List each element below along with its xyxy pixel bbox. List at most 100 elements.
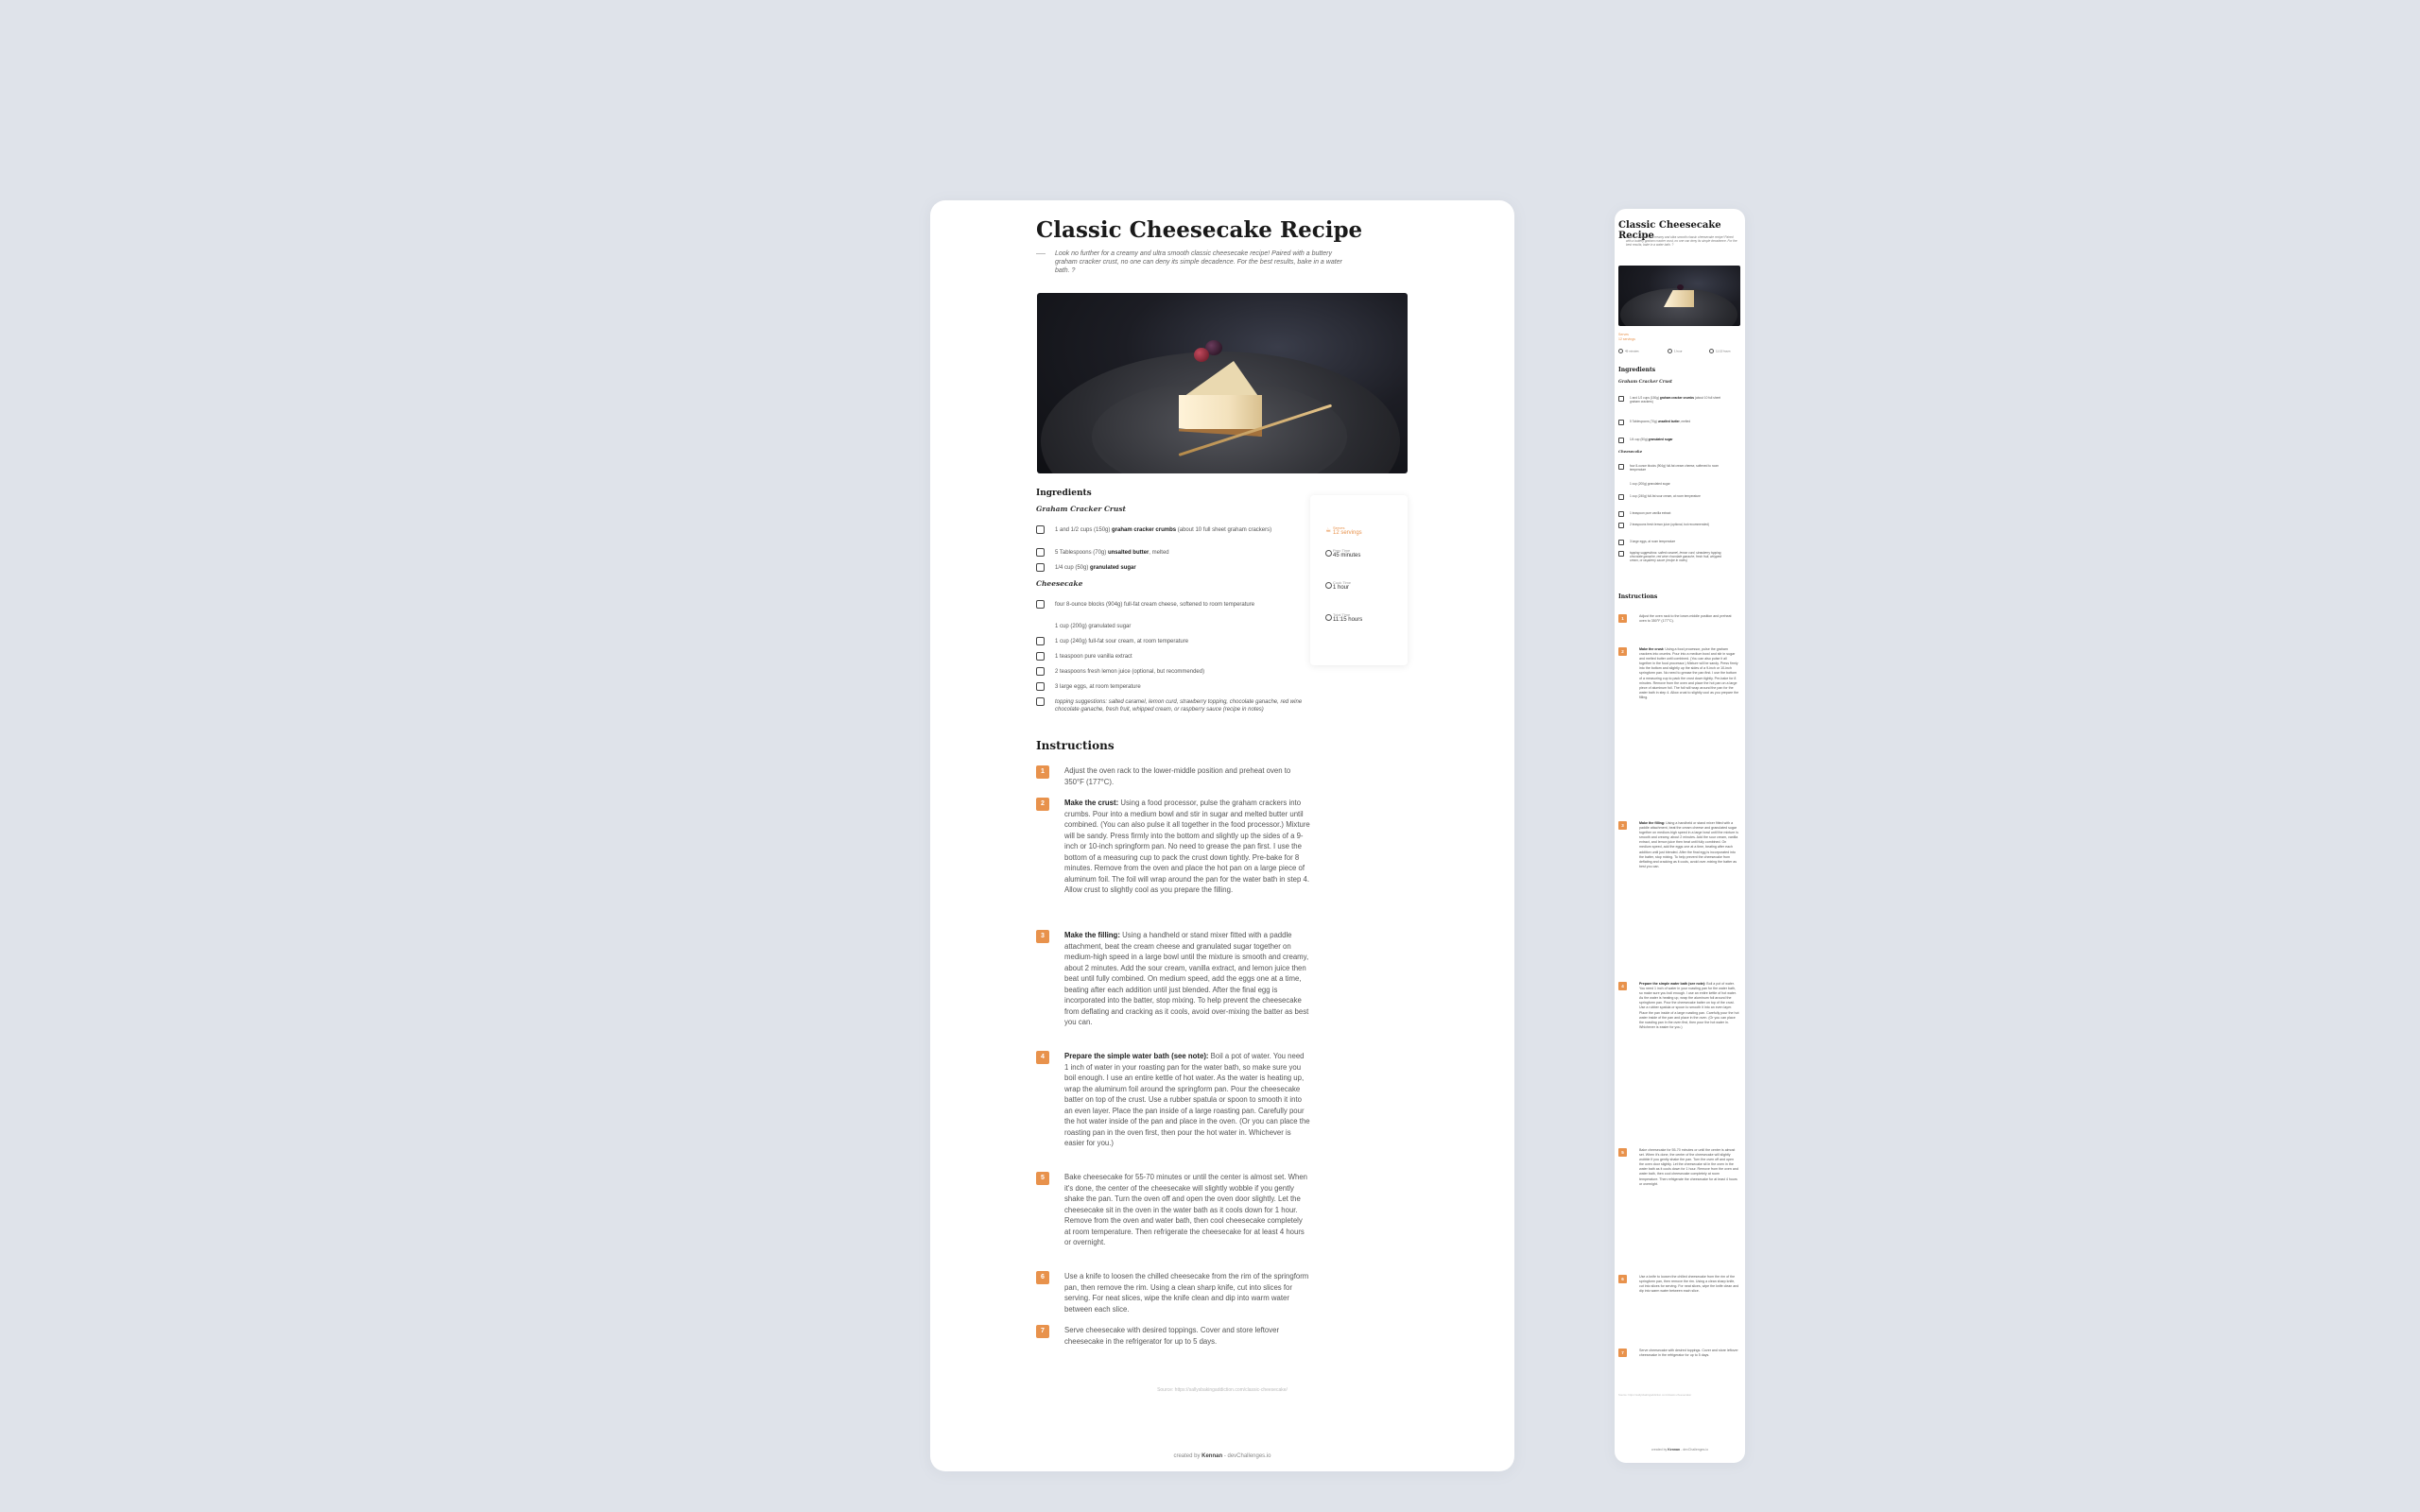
step-text: Make the crust: Using a food processor, …: [1064, 799, 1310, 894]
hero-image: [1037, 293, 1408, 473]
checkbox[interactable]: [1036, 682, 1045, 691]
cook-time-info: 1 hour: [1668, 349, 1683, 353]
ingredient-text: topping suggestions: salted caramel, lem…: [1630, 551, 1722, 563]
step-text: Bake cheesecake for 55-70 minutes or unt…: [1064, 1173, 1307, 1246]
checkbox[interactable]: [1618, 464, 1624, 470]
checkbox[interactable]: [1618, 438, 1624, 443]
step-number: 3: [1618, 821, 1627, 830]
step-text: Bake cheesecake for 55-70 minutes or unt…: [1639, 1148, 1738, 1186]
clock-icon: [1325, 550, 1332, 557]
ingredient-text: 1 cup (200g) granulated sugar: [1055, 624, 1132, 629]
ingredient-text: 2 teaspoons fresh lemon juice (optional,…: [1630, 523, 1709, 526]
author-link[interactable]: Kennan: [1668, 1448, 1680, 1452]
ingredient-text: 1 and 1/2 cups (150g) graham cracker cru…: [1055, 527, 1272, 533]
serves-info: Serves 12 servings: [1618, 333, 1635, 341]
step-text: Make the filling: Using a handheld or st…: [1064, 931, 1309, 1026]
ingredient-text: 3 large eggs, at room temperature: [1630, 540, 1676, 543]
ingredient-text: 5 Tablespoons (70g) unsalted butter, mel…: [1630, 420, 1691, 423]
recipe-info-card: ☕ Serves 12 servings Prep Time 45 minute…: [1310, 495, 1408, 665]
ingredient-text: topping suggestions: salted caramel, lem…: [1055, 699, 1303, 713]
source-link[interactable]: Source: https://sallysbakingaddiction.co…: [1618, 1393, 1732, 1398]
serves-value: 12 servings: [1333, 530, 1362, 536]
clock-icon: [1325, 614, 1332, 621]
ingredients-heading: Ingredients: [1618, 367, 1656, 373]
checkbox[interactable]: [1618, 511, 1624, 517]
step-number: 7: [1036, 1325, 1049, 1338]
serves-label: Serves: [1618, 333, 1629, 336]
ingredient-text: 1/4 cup (50g) granulated sugar: [1630, 438, 1673, 441]
desktop-preview: Classic Cheesecake Recipe Look no furthe…: [930, 200, 1514, 1471]
ingredient-text: four 8-ounce blocks (904g) full-fat crea…: [1055, 602, 1255, 608]
checkbox[interactable]: [1036, 525, 1045, 534]
checkbox[interactable]: [1618, 551, 1624, 557]
checkbox[interactable]: [1618, 396, 1624, 402]
checkbox[interactable]: [1618, 540, 1624, 545]
cheesecake-heading: Cheesecake: [1036, 579, 1083, 588]
step-number: 2: [1618, 647, 1627, 656]
raspberry: [1194, 348, 1209, 362]
clock-icon: [1325, 582, 1332, 589]
step-number: 6: [1036, 1271, 1049, 1284]
ingredient-text: 3 large eggs, at room temperature: [1055, 684, 1141, 690]
step-text: Make the crust: Using a food processor, …: [1639, 647, 1739, 699]
step-number: 7: [1618, 1349, 1627, 1357]
checkbox[interactable]: [1036, 563, 1045, 572]
ingredient-text: 2 teaspoons fresh lemon juice (optional,…: [1055, 669, 1205, 675]
intro-divider: [1036, 253, 1046, 254]
prep-value: 45 minutes: [1333, 553, 1361, 558]
checkbox[interactable]: [1036, 548, 1045, 557]
author-link[interactable]: Kennan: [1201, 1453, 1222, 1459]
step-number: 4: [1036, 1051, 1049, 1064]
step-text: Use a knife to loosen the chilled cheese…: [1639, 1275, 1739, 1294]
footer-credit: created by Kennan - devChallenges.io: [1173, 1453, 1271, 1459]
clock-icon: [1709, 349, 1714, 353]
instructions-heading: Instructions: [1036, 739, 1115, 752]
checkbox[interactable]: [1618, 494, 1624, 500]
clock-icon: [1618, 349, 1623, 353]
checkbox[interactable]: [1036, 637, 1045, 645]
ingredient-text: 1 cup (240g) full-fat sour cream, at roo…: [1055, 639, 1189, 644]
ingredient-text: 1 cup (200g) granulated sugar: [1630, 482, 1670, 486]
step-text: Prepare the simple water bath (see note)…: [1064, 1052, 1310, 1147]
hero-image: [1618, 266, 1740, 326]
ingredient-text: 1/4 cup (50g) granulated sugar: [1055, 565, 1136, 571]
total-time-info: Total Time 11:15 hours: [1325, 612, 1362, 623]
step-text: Adjust the oven rack to the lower-middle…: [1639, 614, 1732, 624]
ingredients-heading: Ingredients: [1036, 489, 1092, 498]
step-number: 3: [1036, 930, 1049, 943]
cook-time-info: Cook Time 1 hour: [1325, 580, 1351, 591]
checkbox[interactable]: [1618, 523, 1624, 528]
step-number: 1: [1618, 614, 1627, 623]
checkbox[interactable]: [1036, 652, 1045, 661]
crust-heading: Graham Cracker Crust: [1036, 505, 1127, 513]
footer-credit: created by Kennan - devChallenges.io: [1651, 1448, 1709, 1452]
checkbox[interactable]: [1036, 600, 1045, 609]
step-number: 2: [1036, 798, 1049, 811]
step-text: Use a knife to loosen the chilled cheese…: [1064, 1272, 1309, 1314]
ingredient-text: 1 and 1/2 cups (150g) graham cracker cru…: [1630, 396, 1721, 404]
intro-text: Look no further for a creamy and ultra s…: [1626, 235, 1737, 247]
intro-text: Look no further for a creamy and ultra s…: [1055, 250, 1342, 274]
source-link[interactable]: Source: https://sallysbakingaddiction.co…: [930, 1387, 1514, 1393]
step-text: Prepare the simple water bath (see note)…: [1639, 982, 1739, 1029]
step-text: Serve cheesecake with desired toppings. …: [1064, 1326, 1280, 1346]
serves-icon: ☕: [1325, 527, 1332, 534]
crust-heading: Graham Cracker Crust: [1618, 380, 1673, 385]
step-number: 4: [1618, 982, 1627, 990]
page-title: Classic Cheesecake Recipe: [1036, 217, 1363, 243]
checkbox[interactable]: [1618, 420, 1624, 425]
total-time-info: 11:15 hours: [1709, 349, 1731, 353]
ingredient-text: 1 teaspoon pure vanilla extract: [1055, 654, 1132, 660]
step-text: Make the filling: Using a handheld or st…: [1639, 821, 1738, 868]
prep-time-info: 45 minutes: [1618, 349, 1639, 353]
instructions-heading: Instructions: [1618, 593, 1658, 600]
serves-value: 12 servings: [1618, 336, 1635, 341]
checkbox[interactable]: [1036, 667, 1045, 676]
step-text: Serve cheesecake with desired toppings. …: [1639, 1349, 1738, 1358]
step-number: 1: [1036, 765, 1049, 779]
blackberry: [1677, 284, 1684, 290]
ingredient-text: 1 teaspoon pure vanilla extract: [1630, 511, 1671, 515]
checkbox[interactable]: [1036, 697, 1045, 706]
prep-time-info: Prep Time 45 minutes: [1325, 548, 1361, 558]
step-number: 5: [1618, 1148, 1627, 1157]
